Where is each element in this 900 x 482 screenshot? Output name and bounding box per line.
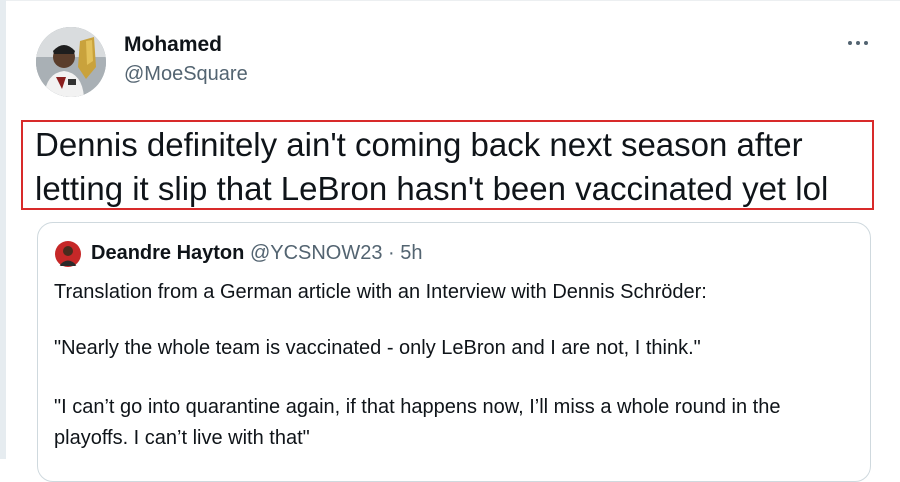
quoted-author-handle[interactable]: @YCSNOW23 xyxy=(250,242,383,264)
quoted-timestamp[interactable]: 5h xyxy=(400,242,422,264)
quoted-avatar-photo xyxy=(54,240,82,268)
quoted-tweet-header: Deandre Hayton @YCSNOW23 · 5h xyxy=(91,242,423,265)
dot-icon xyxy=(864,41,868,45)
quoted-separator: · xyxy=(382,242,401,264)
tweet-text: Dennis definitely ain't coming back next… xyxy=(35,126,829,207)
quoted-paragraph: "Nearly the whole team is vaccinated - o… xyxy=(54,337,701,359)
author-avatar[interactable] xyxy=(36,27,106,97)
author-handle[interactable]: @MoeSquare xyxy=(124,63,248,86)
quoted-paragraph: Translation from a German article with a… xyxy=(54,281,707,303)
quoted-author-avatar[interactable] xyxy=(54,240,82,268)
avatar-photo xyxy=(36,27,106,97)
author-name[interactable]: Mohamed xyxy=(124,33,222,57)
left-border xyxy=(0,0,6,459)
quoted-paragraph: "I can’t go into quarantine again, if th… xyxy=(54,396,781,449)
dot-icon xyxy=(856,41,860,45)
quoted-author-name[interactable]: Deandre Hayton xyxy=(91,242,244,264)
more-options-icon[interactable] xyxy=(838,30,878,56)
dot-icon xyxy=(848,41,852,45)
top-divider xyxy=(6,0,900,1)
